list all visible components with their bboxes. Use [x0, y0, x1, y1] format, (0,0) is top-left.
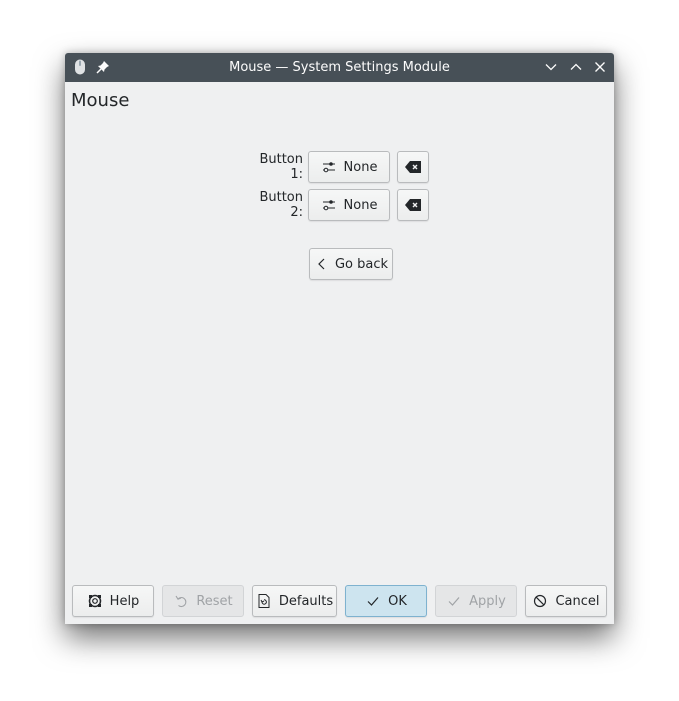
checkmark-icon [365, 593, 381, 609]
document-revert-icon [256, 593, 272, 609]
page-title: Mouse [71, 90, 130, 111]
clear-binding-button[interactable] [397, 151, 429, 183]
binding-label: Button 2: [259, 190, 303, 220]
backspace-clear-icon [405, 199, 421, 211]
defaults-button[interactable]: Defaults [252, 585, 337, 617]
help-label: Help [109, 593, 140, 609]
defaults-label: Defaults [278, 593, 334, 609]
chevron-left-icon [314, 256, 330, 272]
go-back-button[interactable]: Go back [309, 248, 393, 280]
title-bar[interactable]: Mouse — System Settings Module [65, 53, 614, 82]
window-title: Mouse — System Settings Module [229, 60, 450, 75]
binding-value: None [343, 159, 378, 175]
undo-icon [173, 593, 189, 609]
checkmark-icon [446, 593, 462, 609]
binding-label: Button 1: [259, 152, 303, 182]
binding-row: Button 2: None [243, 189, 429, 221]
configure-icon [321, 197, 337, 213]
chevron-down-icon [545, 64, 557, 71]
configure-icon [321, 159, 337, 175]
close-button[interactable] [592, 59, 608, 75]
binding-value: None [343, 197, 378, 213]
reset-label: Reset [196, 593, 233, 609]
reset-button[interactable]: Reset [162, 585, 244, 617]
apply-label: Apply [469, 593, 506, 609]
ok-button[interactable]: OK [345, 585, 427, 617]
ok-label: OK [388, 593, 407, 609]
clear-binding-button[interactable] [397, 189, 429, 221]
binding-button[interactable]: None [308, 189, 390, 221]
help-lifebuoy-icon [87, 593, 103, 609]
help-button[interactable]: Help [72, 585, 154, 617]
cancel-button[interactable]: Cancel [525, 585, 607, 617]
apply-button[interactable]: Apply [435, 585, 517, 617]
chevron-up-icon [570, 63, 582, 70]
binding-button[interactable]: None [308, 151, 390, 183]
minimize-button[interactable] [543, 59, 559, 75]
maximize-button[interactable] [568, 59, 584, 75]
backspace-clear-icon [405, 161, 421, 173]
binding-row: Button 1: None [243, 151, 429, 183]
go-back-label: Go back [334, 256, 389, 272]
close-icon [595, 62, 605, 72]
settings-window: Mouse — System Settings Module Mouse But… [65, 53, 614, 624]
cancel-label: Cancel [555, 593, 600, 609]
cancel-icon [532, 593, 548, 609]
